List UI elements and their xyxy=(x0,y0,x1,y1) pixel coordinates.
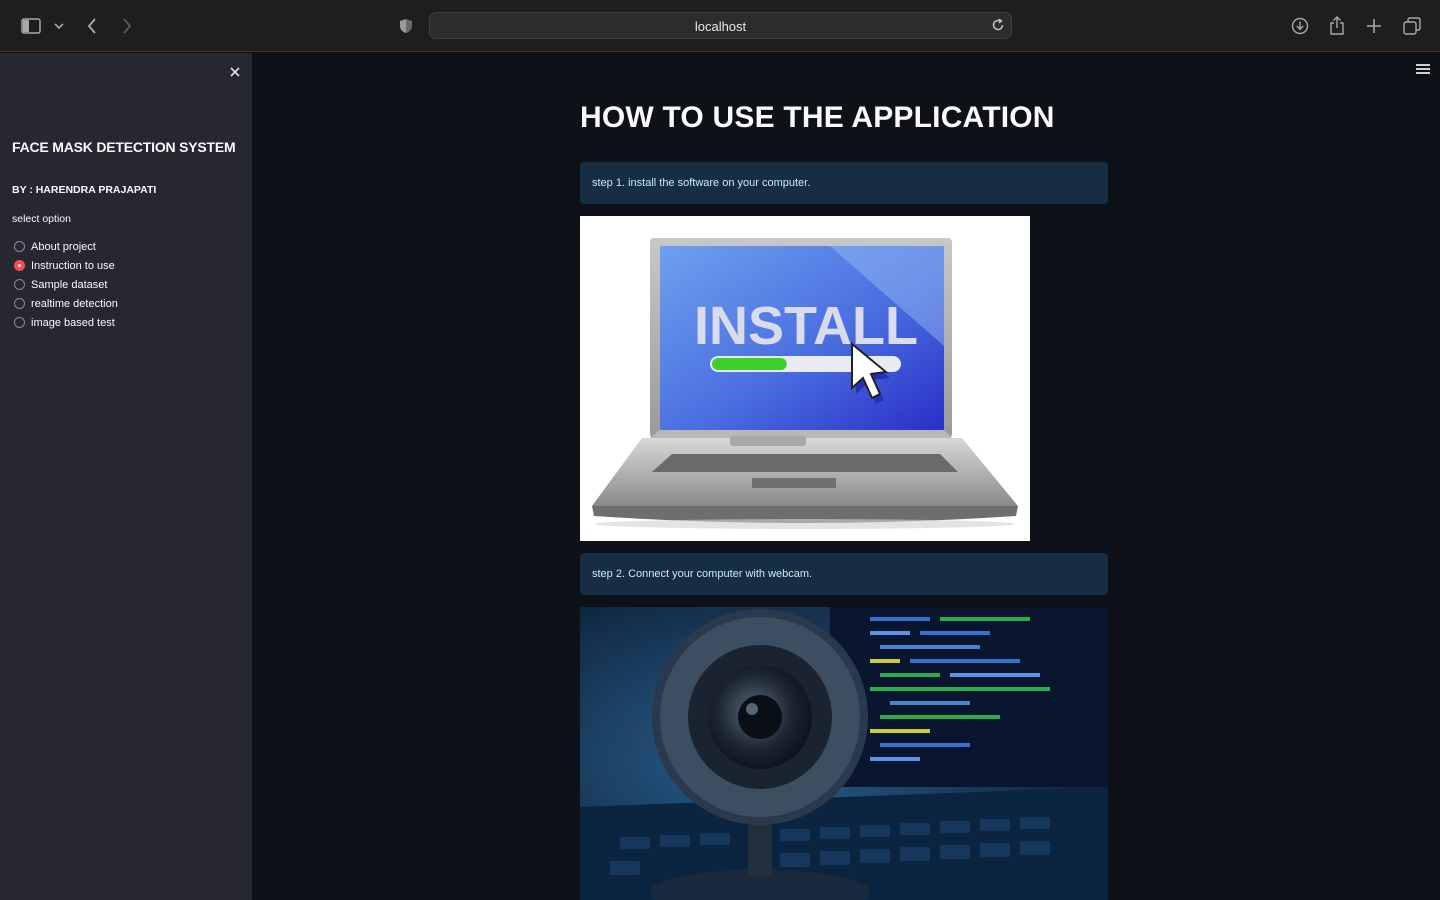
download-icon[interactable] xyxy=(1290,14,1310,38)
address-bar[interactable]: localhost xyxy=(429,12,1012,39)
radio-label: About project xyxy=(31,240,96,253)
tabs-overview-icon[interactable] xyxy=(1402,14,1422,38)
radio-label: Sample dataset xyxy=(31,278,108,291)
webcam-image xyxy=(580,607,1108,900)
browser-toolbar: localhost xyxy=(0,0,1440,52)
step-2-info: step 2. Connect your computer with webca… xyxy=(580,553,1108,595)
reload-icon[interactable] xyxy=(991,18,1005,32)
radio-sample-dataset[interactable]: Sample dataset xyxy=(14,275,118,294)
page-title: HOW TO USE THE APPLICATION xyxy=(580,101,1055,134)
forward-icon[interactable] xyxy=(119,14,135,38)
radio-image-based-test[interactable]: image based test xyxy=(14,313,118,332)
radio-instruction-to-use[interactable]: Instruction to use xyxy=(14,256,118,275)
sidebar: FACE MASK DETECTION SYSTEM BY : HARENDRA… xyxy=(0,53,252,900)
select-option-label: select option xyxy=(12,213,71,225)
sidebar-toggle-icon[interactable] xyxy=(20,14,42,38)
share-icon[interactable] xyxy=(1328,14,1346,38)
main-content: HOW TO USE THE APPLICATION step 1. insta… xyxy=(252,53,1440,900)
radio-circle[interactable] xyxy=(14,317,25,328)
radio-about-project[interactable]: About project xyxy=(14,237,118,256)
menu-icon[interactable] xyxy=(1416,64,1430,76)
radio-realtime-detection[interactable]: realtime detection xyxy=(14,294,118,313)
close-icon[interactable] xyxy=(226,63,244,81)
radio-circle[interactable] xyxy=(14,279,25,290)
url-text[interactable]: localhost xyxy=(430,19,1011,34)
author-text: BY : HARENDRA PRAJAPATI xyxy=(12,184,157,196)
radio-label: realtime detection xyxy=(31,297,118,310)
shield-icon[interactable] xyxy=(397,14,415,38)
install-progress-bar xyxy=(712,358,787,370)
step-1-info: step 1. install the software on your com… xyxy=(580,162,1108,204)
radio-circle[interactable] xyxy=(14,298,25,309)
radio-circle[interactable] xyxy=(14,260,25,271)
sidebar-title: FACE MASK DETECTION SYSTEM xyxy=(12,139,236,155)
new-tab-icon[interactable] xyxy=(1365,14,1383,38)
radio-label: Instruction to use xyxy=(31,259,115,272)
install-laptop-image: INSTALL xyxy=(580,216,1030,541)
radio-circle[interactable] xyxy=(14,241,25,252)
install-text: INSTALL xyxy=(694,296,918,356)
option-radio-group: About project Instruction to use Sample … xyxy=(14,237,118,332)
back-icon[interactable] xyxy=(84,14,100,38)
radio-label: image based test xyxy=(31,316,115,329)
chevron-down-icon[interactable] xyxy=(53,14,65,38)
